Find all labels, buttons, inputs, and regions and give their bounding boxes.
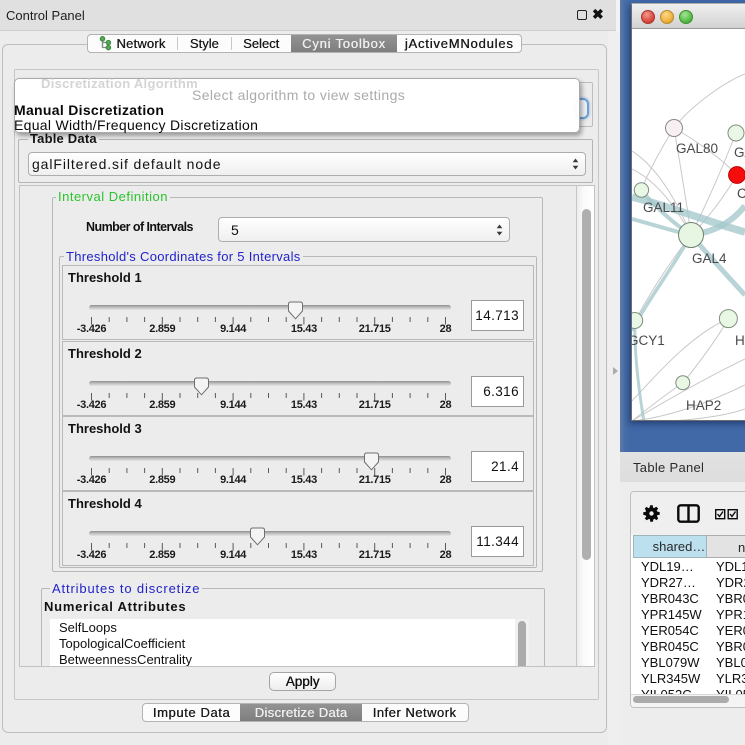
svg-text:GAL11: GAL11 (643, 200, 684, 215)
svg-text:C: C (737, 186, 745, 201)
svg-text:GAL80: GAL80 (676, 141, 718, 156)
svg-text:GA: GA (734, 145, 745, 160)
svg-text:GAL4: GAL4 (692, 251, 727, 266)
svg-text:HAP2: HAP2 (686, 398, 721, 413)
svg-text:GCY1: GCY1 (632, 333, 665, 348)
svg-text:H: H (735, 333, 745, 348)
